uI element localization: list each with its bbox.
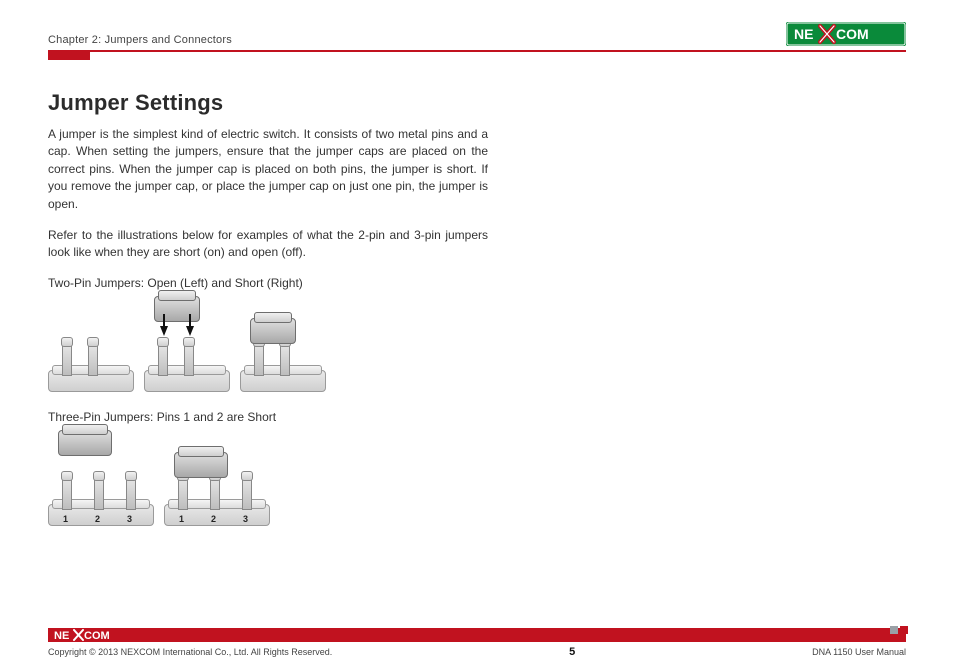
brand-logo-top: NE COM: [786, 22, 906, 46]
page-number: 5: [569, 646, 575, 658]
two-pin-short: [240, 304, 326, 392]
pin-label-1: 1: [179, 514, 184, 524]
two-pin-cap-placing: [144, 304, 230, 392]
svg-text:NE: NE: [54, 630, 69, 641]
two-pin-caption: Two-Pin Jumpers: Open (Left) and Short (…: [48, 276, 488, 290]
three-pin-caption: Three-Pin Jumpers: Pins 1 and 2 are Shor…: [48, 410, 488, 424]
arrow-down-icon: [160, 326, 168, 336]
pin-label-1: 1: [63, 514, 68, 524]
header-rule: [48, 50, 906, 56]
svg-text:COM: COM: [84, 630, 110, 641]
arrow-down-icon: [186, 326, 194, 336]
two-pin-illustration: [48, 296, 488, 392]
intro-paragraph-2: Refer to the illustrations below for exa…: [48, 227, 488, 262]
footer-bar: NE COM: [48, 628, 906, 642]
header-rule-tab: [48, 50, 90, 60]
two-pin-open: [48, 304, 134, 392]
jumper-cap-icon: [250, 318, 296, 344]
jumper-cap-icon: [154, 296, 200, 322]
three-pin-illustration: 1 2 3 1 2 3: [48, 430, 488, 526]
jumper-cap-icon: [174, 452, 228, 478]
pin-label-2: 2: [95, 514, 100, 524]
jumper-cap-icon: [58, 430, 112, 456]
three-pin-cap-placing: 1 2 3: [48, 438, 154, 526]
pin-label-2: 2: [211, 514, 216, 524]
three-pin-short-1-2: 1 2 3: [164, 438, 270, 526]
footer-squares-icon: [888, 626, 908, 634]
logo-text-right: COM: [836, 26, 869, 42]
page-title: Jumper Settings: [48, 90, 488, 116]
brand-logo-footer: NE COM: [54, 629, 126, 641]
copyright-text: Copyright © 2013 NEXCOM International Co…: [48, 647, 332, 657]
manual-name: DNA 1150 User Manual: [812, 647, 906, 657]
intro-paragraph-1: A jumper is the simplest kind of electri…: [48, 126, 488, 213]
logo-text-left: NE: [794, 26, 813, 42]
pin-label-3: 3: [243, 514, 248, 524]
pin-label-3: 3: [127, 514, 132, 524]
chapter-label: Chapter 2: Jumpers and Connectors: [48, 34, 232, 46]
